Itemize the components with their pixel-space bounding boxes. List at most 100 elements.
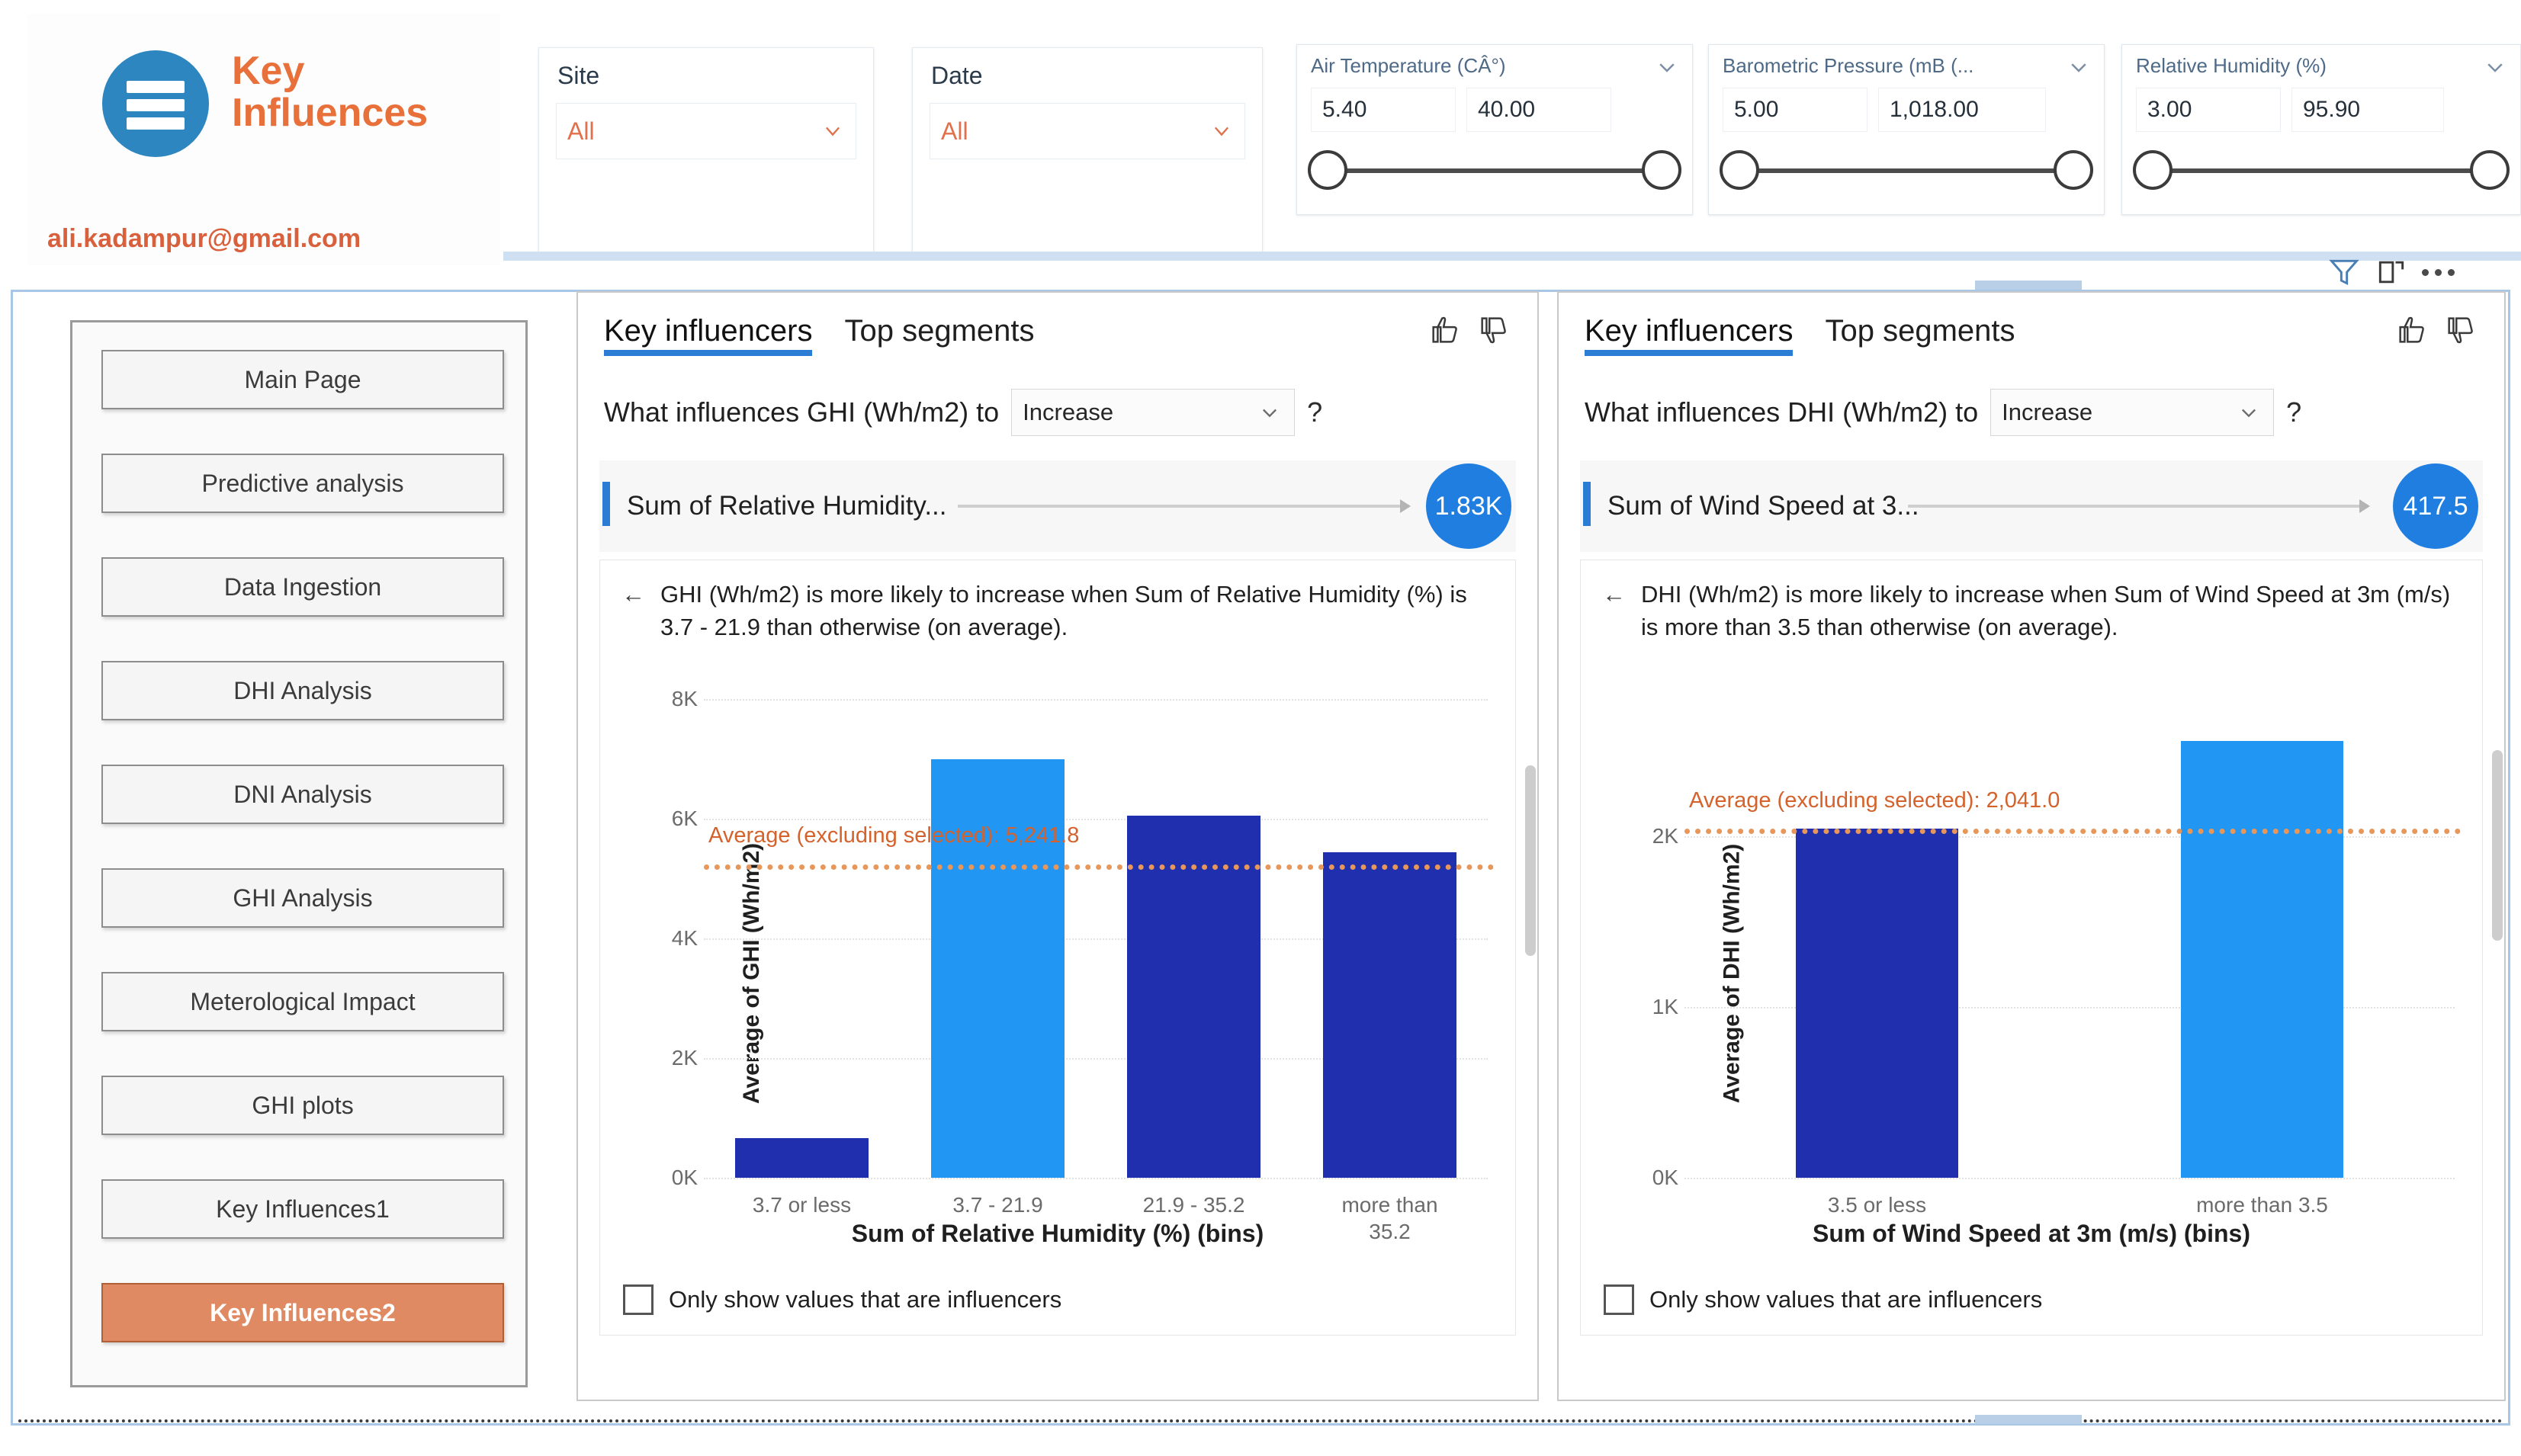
ki-dhi-influencers-only-row[interactable]: Only show values that are influencers — [1604, 1284, 2042, 1315]
tab-key-influencers[interactable]: Key influencers — [1585, 314, 1794, 356]
range-slicer-air-temperature-min[interactable]: 5.40 — [1311, 88, 1456, 132]
range-slider-handle-min[interactable] — [2133, 150, 2173, 190]
ki-ghi-feedback-icons — [1427, 313, 1511, 348]
ki-dhi-question-row: What influences DHI (Wh/m2) to Increase … — [1585, 389, 2478, 436]
canvas-scroll-tab-top[interactable] — [1975, 281, 2082, 290]
ki-ghi-question-prefix: What influences GHI (Wh/m2) to — [604, 396, 1000, 428]
ki-ghi-explanation: ← GHI (Wh/m2) is more likely to increase… — [621, 579, 1492, 644]
sidebar-item-meterological-impact[interactable]: Meterological Impact — [101, 972, 504, 1031]
ki-dhi-average-line-label: Average (excluding selected): 2,041.0 — [1689, 787, 2060, 813]
ki-ghi-average-line — [704, 864, 1494, 870]
ki-ghi-direction-select[interactable]: Increase — [1011, 389, 1296, 436]
chevron-down-icon[interactable] — [1656, 56, 1678, 79]
thumbs-down-icon[interactable] — [1476, 313, 1511, 348]
thumbs-down-icon[interactable] — [2443, 313, 2478, 348]
ki-ghi-detail-card: ← GHI (Wh/m2) is more likely to increase… — [599, 560, 1516, 1336]
range-slider-handle-max[interactable] — [2054, 150, 2093, 190]
ki-dhi-influencer-value-bubble[interactable]: 417.5 — [2393, 463, 2478, 549]
range-slicer-relative-humidity-track[interactable] — [2133, 149, 2510, 191]
ki-dhi-help-icon[interactable]: ? — [2286, 396, 2301, 428]
ki-dhi-direction-select[interactable]: Increase — [1990, 389, 2275, 436]
range-slider-handle-min[interactable] — [1720, 150, 1759, 190]
range-slicer-relative-humidity[interactable]: Relative Humidity (%) 3.00 95.90 — [2121, 44, 2521, 215]
sidebar-item-predictive-analysis[interactable]: Predictive analysis — [101, 454, 504, 513]
user-email: ali.kadampur@gmail.com — [47, 224, 361, 253]
ki-ghi-x-axis-title: Sum of Relative Humidity (%) (bins) — [851, 1220, 1264, 1247]
canvas-scroll-tab-bottom[interactable] — [1975, 1415, 2082, 1424]
ki-dhi-influencers-only-checkbox[interactable] — [1604, 1284, 1634, 1315]
sidebar-item-dhi-analysis[interactable]: DHI Analysis — [101, 661, 504, 720]
range-slider-handle-max[interactable] — [2470, 150, 2510, 190]
ki-dhi-ytick-0: 0K — [1652, 1166, 1678, 1189]
focus-mode-icon[interactable] — [2375, 255, 2408, 289]
slicer-site-title: Site — [557, 62, 600, 89]
slicer-date-dropdown[interactable]: All — [930, 103, 1245, 159]
range-slicer-barometric-pressure-min[interactable]: 5.00 — [1723, 88, 1867, 132]
visual-header-toolbar[interactable] — [2321, 249, 2521, 296]
thumbs-up-icon[interactable] — [1427, 313, 1463, 348]
chevron-down-icon[interactable] — [1259, 402, 1280, 423]
slicer-date[interactable]: Date All — [912, 47, 1263, 255]
tab-top-segments[interactable]: Top segments — [1825, 314, 2015, 356]
sidebar-item-ghi-plots[interactable]: GHI plots — [101, 1076, 504, 1135]
ki-ghi-help-icon[interactable]: ? — [1307, 396, 1322, 428]
sidebar-item-key-influences2[interactable]: Key Influences2 — [101, 1283, 504, 1342]
chevron-down-icon[interactable] — [822, 120, 843, 142]
ki-dhi-ytick-2: 2K — [1652, 823, 1678, 848]
filter-funnel-icon[interactable] — [2327, 255, 2361, 289]
ki-ghi-bar-group-1[interactable]: 3.7 - 21.9 — [931, 699, 1065, 1217]
tab-key-influencers[interactable]: Key influencers — [604, 314, 813, 356]
ki-dhi-influencer-label: Sum of Wind Speed at 3... — [1607, 491, 1919, 521]
chevron-down-icon[interactable] — [2067, 56, 2090, 79]
ki-ghi-influencer-label: Sum of Relative Humidity... — [627, 491, 947, 521]
canvas-bottom-divider — [18, 1419, 2504, 1422]
sidebar-item-dni-analysis[interactable]: DNI Analysis — [101, 765, 504, 824]
ki-dhi-average-line — [1684, 829, 2461, 835]
sidebar-item-main-page[interactable]: Main Page — [101, 350, 504, 409]
ki-dhi-bar-chart: Average of DHI (Wh/m2) 0K 1K 2K 3.5 or l… — [1594, 685, 2468, 1262]
chevron-down-icon[interactable] — [2484, 56, 2507, 79]
ki-dhi-scrollbar[interactable] — [2492, 750, 2503, 941]
ki-dhi-bar-group-0[interactable]: 3.5 or less — [1796, 699, 1958, 1217]
slicer-site-dropdown[interactable]: All — [556, 103, 856, 159]
range-slicer-relative-humidity-min[interactable]: 3.00 — [2136, 88, 2281, 132]
more-options-icon[interactable] — [2422, 268, 2455, 276]
range-slicer-air-temperature-max[interactable]: 40.00 — [1466, 88, 1611, 132]
ki-ghi-bars: 3.7 or less 3.7 - 21.9 21.9 - 35.2 more … — [704, 699, 1488, 1243]
ki-dhi-influencer-row[interactable]: Sum of Wind Speed at 3... 417.5 — [1580, 460, 2483, 552]
ki-ghi-question-row: What influences GHI (Wh/m2) to Increase … — [604, 389, 1511, 436]
slicer-date-title: Date — [931, 62, 983, 89]
ki-ghi-bar-chart: Average of GHI (Wh/m2) 0K 2K 4K 6K 8K 3.… — [614, 685, 1501, 1262]
sidebar-item-ghi-analysis[interactable]: GHI Analysis — [101, 868, 504, 928]
range-slicer-barometric-pressure-max[interactable]: 1,018.00 — [1878, 88, 2046, 132]
back-arrow-icon[interactable]: ← — [621, 579, 645, 644]
range-slicer-air-temperature-track[interactable] — [1308, 149, 1681, 191]
range-slicer-barometric-pressure[interactable]: Barometric Pressure (mB (... 5.00 1,018.… — [1708, 44, 2105, 215]
hamburger-menu-icon[interactable] — [102, 50, 209, 157]
chevron-down-icon[interactable] — [1211, 120, 1232, 142]
ki-ghi-influencers-only-row[interactable]: Only show values that are influencers — [623, 1284, 1061, 1315]
range-slicer-air-temperature[interactable]: Air Temperature (CÂ°) 5.40 40.00 — [1296, 44, 1693, 215]
ki-ghi-bar-group-3[interactable]: more than 35.2 — [1323, 699, 1456, 1243]
range-slicer-relative-humidity-max[interactable]: 95.90 — [2291, 88, 2444, 132]
range-slider-handle-max[interactable] — [1642, 150, 1681, 190]
slicer-site[interactable]: Site All — [538, 47, 874, 255]
sidebar-item-data-ingestion[interactable]: Data Ingestion — [101, 557, 504, 617]
range-slider-handle-min[interactable] — [1308, 150, 1347, 190]
ki-ghi-influencer-row[interactable]: Sum of Relative Humidity... 1.83K — [599, 460, 1516, 552]
ki-dhi-bar-group-1[interactable]: more than 3.5 — [2181, 699, 2343, 1217]
ki-dhi-plot-area: 0K 1K 2K 3.5 or less more than 3.5 Avera… — [1652, 699, 2461, 1217]
range-slicer-barometric-pressure-track[interactable] — [1720, 149, 2093, 191]
ki-ghi-ytick-3: 6K — [671, 807, 698, 830]
ki-ghi-influencers-only-checkbox[interactable] — [623, 1284, 654, 1315]
ki-ghi-bar-group-2[interactable]: 21.9 - 35.2 — [1127, 699, 1260, 1217]
back-arrow-icon[interactable]: ← — [1602, 579, 1626, 644]
ki-dhi-bars: 3.5 or less more than 3.5 — [1684, 699, 2455, 1217]
chevron-down-icon[interactable] — [2238, 402, 2259, 423]
thumbs-up-icon[interactable] — [2394, 313, 2429, 348]
sidebar-item-key-influences1[interactable]: Key Influences1 — [101, 1179, 504, 1239]
ki-ghi-scrollbar[interactable] — [1525, 765, 1536, 956]
ki-ghi-influencer-value-bubble[interactable]: 1.83K — [1426, 463, 1511, 549]
tab-top-segments[interactable]: Top segments — [844, 314, 1034, 356]
ki-ghi-bar-group-0[interactable]: 3.7 or less — [735, 699, 869, 1217]
